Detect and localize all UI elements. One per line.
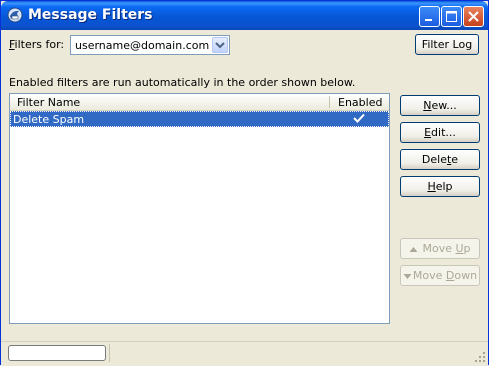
filter-list[interactable]: Filter Name Enabled Delete Spam	[9, 93, 390, 324]
triangle-down-icon	[403, 273, 412, 279]
column-divider[interactable]	[329, 96, 330, 108]
column-header-enabled[interactable]: Enabled	[338, 96, 382, 109]
close-button[interactable]	[463, 6, 484, 27]
triangle-up-icon	[409, 246, 418, 252]
status-bar	[1, 341, 488, 365]
filters-for-label-rest: ilters for:	[14, 38, 65, 51]
chevron-down-icon	[215, 42, 225, 49]
filter-list-header: Filter Name Enabled	[10, 94, 389, 111]
filter-log-button[interactable]: Filter Log	[415, 34, 479, 55]
edit-filter-button[interactable]: Edit...	[400, 122, 480, 143]
close-icon	[468, 11, 479, 22]
edit-mnemonic: E	[424, 126, 432, 139]
maximize-button[interactable]	[441, 6, 462, 27]
edit-label-rest: dit...	[431, 126, 456, 139]
delete-label-post: e	[451, 153, 459, 166]
minimize-icon	[425, 19, 432, 21]
check-icon[interactable]	[353, 113, 365, 126]
status-divider	[109, 344, 110, 362]
move-up-label-post: p	[463, 242, 471, 255]
column-header-filter-name[interactable]: Filter Name	[17, 96, 80, 109]
account-select-dropdown-button[interactable]	[212, 37, 228, 53]
move-down-label-pre: Move	[412, 269, 446, 282]
help-label-rest: elp	[435, 180, 453, 193]
move-up-mnemonic: U	[455, 242, 464, 255]
help-mnemonic: H	[427, 180, 436, 193]
message-filters-window: Message Filters Filters for: username@do…	[0, 0, 489, 365]
maximize-icon	[446, 11, 457, 22]
filter-name-cell: Delete Spam	[13, 113, 85, 126]
move-up-button[interactable]: Move Up	[400, 238, 480, 259]
filters-for-label: Filters for:	[9, 38, 64, 51]
resize-grip-icon[interactable]	[474, 351, 486, 363]
move-down-label-post: own	[454, 269, 478, 282]
account-select-value: username@domain.com	[75, 39, 210, 52]
info-text: Enabled filters are run automatically in…	[9, 76, 356, 89]
title-bar[interactable]: Message Filters	[1, 1, 488, 30]
status-progress-field	[8, 345, 106, 361]
help-button[interactable]: Help	[400, 176, 480, 197]
table-row[interactable]: Delete Spam	[10, 111, 389, 127]
move-up-label-pre: Move	[422, 242, 456, 255]
new-filter-button[interactable]: New...	[400, 95, 480, 116]
move-down-button[interactable]: Move Down	[400, 265, 480, 286]
minimize-button[interactable]	[419, 6, 440, 27]
delete-label-pre: Dele	[421, 153, 447, 166]
delete-filter-button[interactable]: Delete	[400, 149, 480, 170]
account-select[interactable]: username@domain.com	[70, 35, 230, 55]
window-title: Message Filters	[28, 7, 153, 23]
new-label-rest: ew...	[431, 99, 457, 112]
thunderbird-icon	[7, 7, 23, 23]
